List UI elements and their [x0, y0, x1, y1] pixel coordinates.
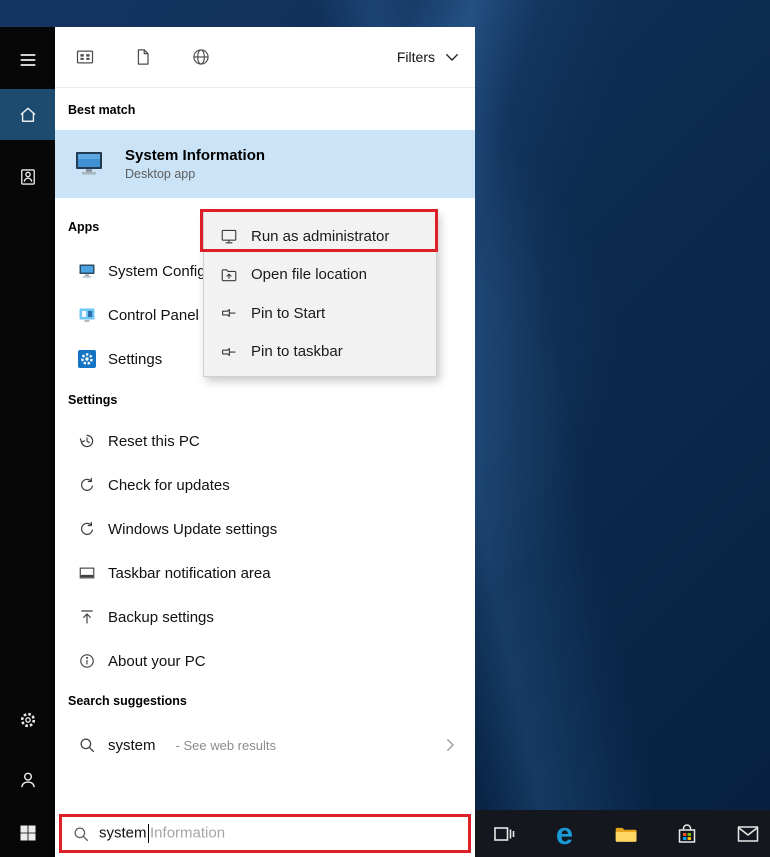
start-sidebar [0, 27, 55, 857]
result-label: Settings [108, 350, 163, 368]
suggestion-query: system [108, 736, 156, 754]
settings-result-windows-update-settings[interactable]: Windows Update settings [55, 507, 475, 551]
settings-result-about-your-pc[interactable]: About your PC [55, 639, 475, 683]
result-label: About your PC [108, 652, 206, 670]
file-explorer-icon[interactable] [605, 813, 646, 854]
search-panel: Filters Best match System Information De… [55, 27, 475, 857]
settings-header: Settings [68, 393, 118, 407]
upload-icon [78, 608, 96, 626]
result-label: Check for updates [108, 476, 230, 494]
pin-icon [220, 304, 238, 322]
result-label: Backup settings [108, 608, 214, 626]
search-value: system [99, 824, 147, 842]
system-configuration-icon [79, 264, 95, 278]
result-label: Reset this PC [108, 432, 200, 450]
text-caret [147, 824, 150, 843]
search-icon [72, 825, 90, 843]
best-match-header: Best match [68, 103, 136, 117]
taskbar-icons: e [483, 810, 768, 857]
best-match-result[interactable]: System Information Desktop app [55, 130, 475, 198]
settings-result-reset-this-pc[interactable]: Reset this PC [55, 419, 475, 463]
result-label: Control Panel [108, 306, 199, 324]
search-ghost-suggestion: Information [150, 824, 226, 842]
control-panel-icon [79, 308, 95, 322]
screen: e Filters Best match System Information … [0, 0, 770, 857]
windows-start-icon[interactable] [0, 809, 55, 857]
apps-header: Apps [68, 220, 100, 234]
pin-icon [220, 343, 238, 361]
store-icon[interactable] [666, 813, 707, 854]
result-label: Windows Update settings [108, 520, 278, 538]
chevron-down-icon [443, 48, 461, 66]
settings-result-check-for-updates[interactable]: Check for updates [55, 463, 475, 507]
search-suggestion-row[interactable]: system - See web results [55, 723, 475, 767]
web-filter-icon[interactable] [191, 47, 211, 67]
mail-icon[interactable] [727, 813, 768, 854]
collection-icon[interactable] [0, 153, 55, 201]
search-suggestions-header: Search suggestions [68, 694, 187, 708]
best-match-text: System Information Desktop app [125, 147, 265, 181]
history-icon [78, 432, 96, 450]
search-text: system Information [99, 824, 225, 843]
filter-bar: Filters [55, 27, 475, 88]
apps-filter-icon[interactable] [75, 47, 95, 67]
settings-result-taskbar-notification-area[interactable]: Taskbar notification area [55, 551, 475, 595]
refresh-icon [78, 520, 96, 538]
task-view-icon[interactable] [483, 813, 524, 854]
info-icon [78, 652, 96, 670]
refresh-icon [78, 476, 96, 494]
home-icon[interactable] [0, 89, 55, 140]
taskbar-rect-icon [78, 564, 96, 582]
open-file-location-icon [220, 266, 238, 284]
settings-result-backup-settings[interactable]: Backup settings [55, 595, 475, 639]
chevron-right-icon[interactable] [441, 736, 459, 754]
hamburger-icon[interactable] [0, 36, 55, 84]
search-icon [78, 736, 96, 754]
best-match-subtitle: Desktop app [125, 167, 196, 181]
ctx-open-file-location[interactable]: Open file location [204, 256, 436, 295]
ctx-run-as-administrator[interactable]: Run as administrator [204, 217, 436, 256]
gear-icon[interactable] [0, 696, 55, 744]
run-admin-icon [220, 227, 238, 245]
system-information-icon [76, 152, 102, 175]
settings-app-icon [78, 350, 96, 368]
user-icon[interactable] [0, 756, 55, 804]
filters-label: Filters [396, 49, 435, 65]
ctx-pin-to-start[interactable]: Pin to Start [204, 294, 436, 333]
suggestion-hint: - See web results [175, 737, 276, 753]
best-match-title: System Information [125, 147, 266, 164]
documents-filter-icon[interactable] [133, 47, 153, 67]
result-label: Taskbar notification area [108, 564, 271, 582]
edge-icon[interactable]: e [544, 813, 585, 854]
context-menu: Run as administrator Open file location … [203, 211, 437, 377]
filters-dropdown[interactable]: Filters [397, 48, 461, 66]
search-input[interactable]: system Information [59, 814, 471, 853]
ctx-pin-to-taskbar[interactable]: Pin to taskbar [204, 333, 436, 372]
